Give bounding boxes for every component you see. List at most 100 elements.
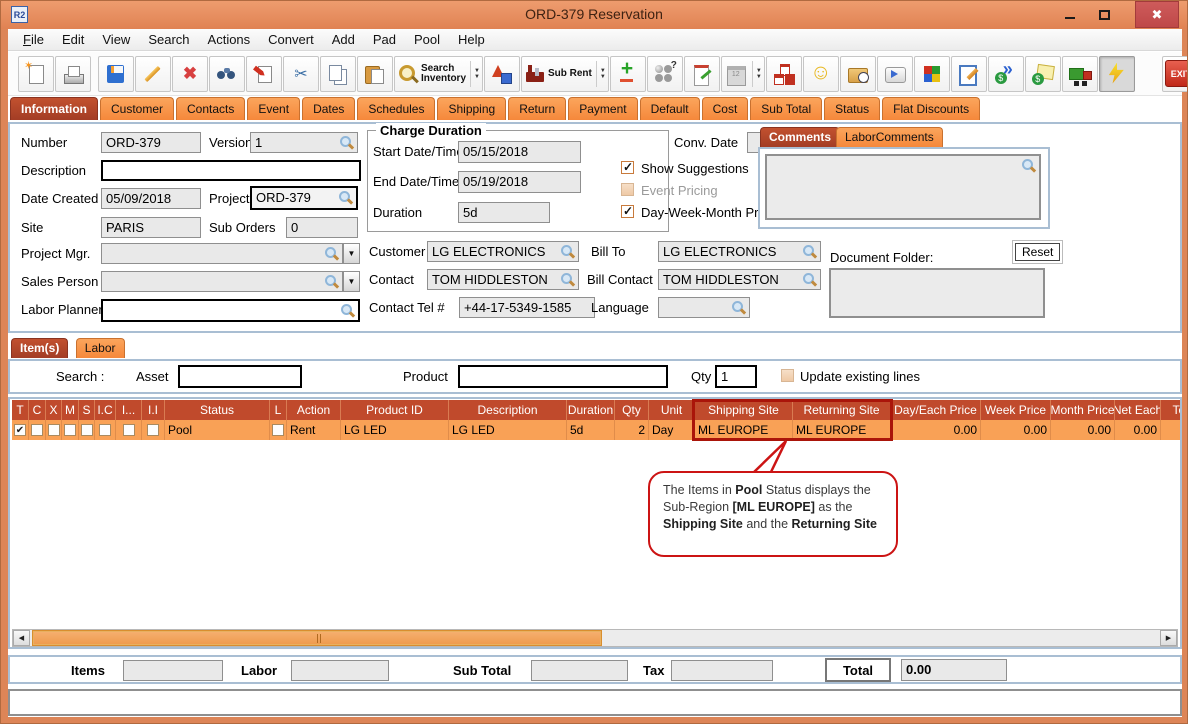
- show-suggestions-checkbox[interactable]: [621, 161, 634, 174]
- language-search-icon[interactable]: [731, 300, 746, 315]
- contact-tel-field[interactable]: +44-17-5349-1585: [459, 297, 595, 318]
- col-shipping-site[interactable]: Shipping Site: [695, 400, 793, 420]
- add-line-button[interactable]: [610, 56, 646, 92]
- cell-description[interactable]: LG LED: [449, 420, 567, 440]
- qty-input[interactable]: 1: [715, 365, 757, 388]
- scroll-right-arrow[interactable]: ▶: [1160, 630, 1177, 646]
- cut-button[interactable]: [283, 56, 319, 92]
- col-month-price[interactable]: Month Price: [1051, 400, 1115, 420]
- menu-pad[interactable]: Pad: [364, 30, 405, 49]
- project-mgr-search-icon[interactable]: [324, 246, 339, 261]
- menu-search[interactable]: Search: [139, 30, 198, 49]
- col-idots[interactable]: I...: [116, 400, 142, 420]
- tab-payment[interactable]: Payment: [568, 97, 637, 120]
- menu-actions[interactable]: Actions: [199, 30, 260, 49]
- cell-ii[interactable]: [142, 420, 165, 440]
- search-inventory-button[interactable]: SearchInventory ▼▼: [394, 56, 483, 92]
- sub-orders-field[interactable]: 0: [286, 217, 358, 238]
- calendar-dropdown[interactable]: ▼▼: [752, 61, 762, 87]
- cell-month-price[interactable]: 0.00: [1051, 420, 1115, 440]
- cell-net-each[interactable]: 0.00: [1115, 420, 1161, 440]
- col-l[interactable]: L: [270, 400, 287, 420]
- labor-planner-search-icon[interactable]: [340, 303, 355, 318]
- project-field[interactable]: ORD-379: [250, 186, 358, 210]
- scrollbar-thumb[interactable]: [32, 630, 602, 646]
- event-pricing-checkbox[interactable]: [621, 183, 634, 196]
- quick-actions-button[interactable]: [1099, 56, 1135, 92]
- cell-l[interactable]: [270, 420, 287, 440]
- new-order-button[interactable]: [18, 56, 54, 92]
- cell-unit[interactable]: Day: [649, 420, 695, 440]
- checkbox-icon[interactable]: [64, 424, 76, 436]
- cell-duration[interactable]: 5d: [567, 420, 615, 440]
- cell-ic[interactable]: [95, 420, 116, 440]
- tab-information[interactable]: Information: [10, 97, 98, 120]
- search-inventory-dropdown[interactable]: ▼▼: [470, 61, 480, 87]
- col-product-id[interactable]: Product ID: [341, 400, 449, 420]
- update-existing-checkbox[interactable]: [781, 369, 794, 382]
- tab-default[interactable]: Default: [640, 97, 700, 120]
- sales-person-dropdown[interactable]: ▼: [343, 271, 360, 292]
- col-action[interactable]: Action: [287, 400, 341, 420]
- customer-search-icon[interactable]: [560, 244, 575, 259]
- tab-customer[interactable]: Customer: [100, 97, 174, 120]
- tab-shipping[interactable]: Shipping: [437, 97, 506, 120]
- notes-button[interactable]: [684, 56, 720, 92]
- cell-tot[interactable]: [1161, 420, 1182, 440]
- transfer-button[interactable]: [246, 56, 282, 92]
- col-day-each-price[interactable]: Day/Each Price: [891, 400, 981, 420]
- bill-to-field[interactable]: LG ELECTRONICS: [658, 241, 821, 262]
- substitutes-button[interactable]: [647, 56, 683, 92]
- cell-idots[interactable]: [116, 420, 142, 440]
- tab-cost[interactable]: Cost: [702, 97, 749, 120]
- tab-contacts[interactable]: Contacts: [176, 97, 245, 120]
- cell-qty[interactable]: 2: [615, 420, 649, 440]
- comments-textarea[interactable]: [765, 154, 1041, 220]
- hierarchy-button[interactable]: [766, 56, 802, 92]
- edit-notes-button[interactable]: [951, 56, 987, 92]
- cell-s[interactable]: [79, 420, 95, 440]
- exit-button[interactable]: EXIT: [1162, 56, 1188, 92]
- tab-event[interactable]: Event: [247, 97, 300, 120]
- checkbox-icon[interactable]: [147, 424, 159, 436]
- col-s[interactable]: S: [79, 400, 95, 420]
- asset-input[interactable]: [178, 365, 302, 388]
- version-search-icon[interactable]: [339, 135, 354, 150]
- cell-shipping-site[interactable]: ML EUROPE: [695, 420, 793, 440]
- col-ii[interactable]: I.I: [142, 400, 165, 420]
- col-m[interactable]: M: [62, 400, 79, 420]
- delete-button[interactable]: [172, 56, 208, 92]
- col-unit[interactable]: Unit: [649, 400, 695, 420]
- labor-planner-field[interactable]: [101, 299, 360, 322]
- sub-rent-button[interactable]: Sub Rent ▼▼: [521, 56, 609, 92]
- horizontal-scrollbar[interactable]: ◀ ▶: [12, 629, 1178, 647]
- tab-schedules[interactable]: Schedules: [357, 97, 435, 120]
- scroll-left-arrow[interactable]: ◀: [13, 630, 30, 646]
- day-week-month-checkbox[interactable]: [621, 205, 634, 218]
- tab-labor[interactable]: Labor: [76, 338, 125, 358]
- tab-comments[interactable]: Comments: [760, 127, 840, 147]
- billing-button[interactable]: [1025, 56, 1061, 92]
- menu-convert[interactable]: Convert: [259, 30, 323, 49]
- col-description[interactable]: Description: [449, 400, 567, 420]
- site-field[interactable]: PARIS: [101, 217, 201, 238]
- number-field[interactable]: ORD-379: [101, 132, 201, 153]
- tab-labor-comments[interactable]: LaborComments: [836, 127, 943, 147]
- comments-search-icon[interactable]: [1021, 158, 1036, 173]
- col-net-each[interactable]: Net Each: [1115, 400, 1161, 420]
- cell-status[interactable]: Pool: [165, 420, 270, 440]
- quick-invoice-button[interactable]: [988, 56, 1024, 92]
- checkbox-icon[interactable]: [272, 424, 284, 436]
- tab-return[interactable]: Return: [508, 97, 566, 120]
- customer-field[interactable]: LG ELECTRONICS: [427, 241, 579, 262]
- col-tot[interactable]: Tot: [1161, 400, 1182, 420]
- start-date-field[interactable]: 05/15/2018: [458, 141, 581, 163]
- contact-search-icon[interactable]: [560, 272, 575, 287]
- menu-view[interactable]: View: [93, 30, 139, 49]
- cell-x[interactable]: [46, 420, 62, 440]
- cell-c[interactable]: [29, 420, 46, 440]
- description-field[interactable]: [101, 160, 361, 181]
- delivery-button[interactable]: [1062, 56, 1098, 92]
- cell-day-each-price[interactable]: 0.00: [891, 420, 981, 440]
- sub-rent-dropdown[interactable]: ▼▼: [596, 61, 606, 87]
